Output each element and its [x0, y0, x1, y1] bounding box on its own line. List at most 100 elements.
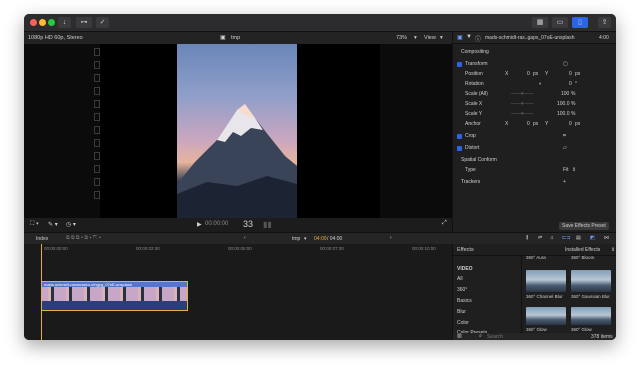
spatial-conform-section[interactable]: Spatial Conform — [461, 156, 497, 165]
effect-thumbnail[interactable] — [571, 307, 611, 325]
effect-label: 360° Glow — [526, 327, 547, 332]
position-x-value[interactable]: 0 — [527, 70, 530, 79]
scale-all-value[interactable]: 100 — [561, 90, 569, 99]
scale-all-slider[interactable]: ——▾—— — [511, 90, 534, 99]
effects-category-360[interactable]: 360° — [453, 285, 521, 295]
scale-all-label: Scale (All) — [465, 91, 488, 97]
zoom-window-button[interactable] — [48, 19, 55, 26]
video-inspector-icon[interactable]: ▣ — [457, 34, 463, 41]
audio-waveform-icon[interactable]: ⫼ — [526, 235, 528, 241]
timecode-frames: 33 — [243, 219, 254, 229]
zoom-menu[interactable]: 73% — [396, 35, 407, 41]
speed-tool-icon[interactable]: ◷ ▾ — [66, 221, 76, 228]
crop-section[interactable]: Crop — [465, 132, 476, 141]
filter-icon[interactable]: ▼ — [466, 34, 472, 40]
timeline-ruler[interactable]: 00:00:00:00 00:00:02:30 00:00:05:00 00:0… — [24, 244, 452, 252]
timecode-display[interactable]: 00:00:00 — [205, 221, 228, 227]
position-x-unit: px — [533, 71, 539, 77]
film-icon: ▣ — [220, 35, 226, 41]
distort-overlay-icon[interactable]: ▱ — [563, 144, 567, 153]
effect-label: 360° Glow — [571, 327, 592, 332]
anchor-x-value[interactable]: 0 — [527, 120, 530, 129]
scale-y-slider[interactable]: ——▾—— — [511, 110, 534, 119]
items-count: 378 items — [591, 334, 613, 340]
effects-category-color[interactable]: Color — [453, 318, 521, 328]
transform-section[interactable]: Transform — [465, 60, 488, 69]
timeline-duration: / 04:00 — [327, 236, 343, 242]
effect-thumbnail[interactable] — [526, 270, 566, 292]
effects-browser-icon[interactable]: ◩ — [590, 235, 595, 241]
effects-browser: Effects Installed Effects ⇕ VIDEO All 36… — [452, 244, 616, 340]
headphones-icon[interactable]: ♫ — [550, 235, 554, 241]
timeline[interactable]: 00:00:00:00 00:00:02:30 00:00:05:00 00:0… — [24, 244, 452, 340]
edit-buttons-icon[interactable]: ⧉ ⧉ ⧉ ▾ ⧉ ▾ ⇱ ▾ — [66, 235, 101, 241]
back-arrow-icon[interactable]: ‹ — [244, 235, 246, 241]
anchor-y-value[interactable]: 0 — [569, 120, 572, 129]
info-icon[interactable]: ⓘ — [475, 34, 481, 43]
type-label: Type — [465, 167, 476, 173]
mountain-illustration — [177, 104, 297, 218]
effect-thumbnail[interactable] — [526, 307, 566, 325]
anchor-label: Anchor — [465, 121, 481, 127]
transform-tool-icon[interactable]: ⛶ ▾ — [30, 221, 39, 228]
scale-x-value[interactable]: 100.0 — [557, 100, 570, 109]
rotation-dial-icon[interactable]: ◐ — [539, 80, 542, 89]
timeline-project[interactable]: tmp — [292, 236, 300, 242]
effect-thumbnail[interactable] — [571, 270, 611, 292]
rotation-value[interactable]: 0 — [569, 80, 572, 89]
trackers-section[interactable]: Trackers — [461, 178, 480, 187]
snapping-icon[interactable]: ⊏⊐ — [562, 235, 570, 241]
project-name: tmp — [231, 35, 241, 41]
position-y-value[interactable]: 0 — [569, 70, 572, 79]
close-window-button[interactable] — [30, 19, 37, 26]
video-clip[interactable]: mads-schmidt-rasmussen-xIhgpg_07oE-unspl… — [41, 281, 188, 311]
timeline-layout-icon[interactable]: ▭ — [552, 17, 568, 28]
scale-y-value[interactable]: 100.0 — [557, 110, 570, 119]
installed-effects-menu[interactable]: Installed Effects — [565, 247, 600, 253]
compositing-section[interactable]: Compositing — [461, 48, 489, 57]
inspector-layout-icon[interactable]: ▯ — [572, 17, 588, 28]
viewer[interactable] — [24, 44, 470, 218]
scale-x-slider[interactable]: ——▾—— — [511, 100, 534, 109]
chevron-updown-icon: ⇕ — [572, 167, 577, 173]
fullscreen-icon[interactable]: ⤢ — [442, 220, 447, 227]
format-label: 1080p HD 60p, Stereo — [28, 35, 83, 41]
effects-category-basics[interactable]: Basics — [453, 296, 521, 306]
effects-title: Effects — [457, 247, 474, 253]
search-input[interactable]: Search — [487, 334, 503, 340]
scale-y-label: Scale Y — [465, 111, 483, 117]
effect-label: 360° Aura — [526, 255, 546, 260]
type-select[interactable]: Fit — [563, 166, 569, 175]
browser-layout-icon[interactable]: ▦ — [532, 17, 548, 28]
transform-checkbox[interactable] — [457, 62, 462, 67]
index-button[interactable]: Index — [36, 236, 48, 242]
distort-section[interactable]: Distort — [465, 144, 479, 153]
enhance-tool-icon[interactable]: ✎ ▾ — [48, 221, 58, 228]
sidebar-toggle-icon[interactable]: ▥ — [457, 333, 462, 339]
skimming-icon[interactable]: ⇌ — [538, 235, 542, 241]
transform-overlay-icon[interactable]: ▢ — [563, 60, 568, 69]
play-button[interactable]: ▶ — [197, 221, 202, 228]
minimize-window-button[interactable] — [39, 19, 46, 26]
clip-appearance-icon[interactable]: ▤ — [576, 235, 581, 241]
chevron-down-icon: ▾ — [414, 35, 417, 41]
background-tasks-icon[interactable]: ✓ — [96, 17, 109, 28]
rotation-label: Rotation — [465, 81, 484, 87]
effect-label: 360° Channel Blur — [526, 294, 563, 299]
ruler-tick: 00:00:00:00 — [44, 246, 68, 251]
keywords-icon[interactable]: ⊶ — [76, 17, 92, 28]
view-menu[interactable]: View — [424, 35, 436, 41]
effects-category-all[interactable]: All — [453, 274, 521, 284]
forward-arrow-icon[interactable]: › — [390, 235, 392, 241]
import-icon[interactable]: ↓ — [58, 17, 71, 28]
distort-checkbox[interactable] — [457, 146, 462, 151]
audio-meters-icon: ▮▮ — [263, 220, 272, 229]
share-icon[interactable]: ⇪ — [598, 17, 611, 28]
transitions-browser-icon[interactable]: ⋈ — [604, 235, 609, 241]
crop-checkbox[interactable] — [457, 134, 462, 139]
crop-overlay-icon[interactable]: ⌗ — [563, 132, 566, 141]
save-effects-preset-button[interactable]: Save Effects Preset — [559, 222, 609, 230]
inspector-header: ▣ ▼ ⓘ mads-schmidt-ras..gaps_07oE-unspla… — [453, 32, 616, 44]
add-tracker-button[interactable]: + — [563, 178, 566, 187]
effects-category-blur[interactable]: Blur — [453, 307, 521, 317]
